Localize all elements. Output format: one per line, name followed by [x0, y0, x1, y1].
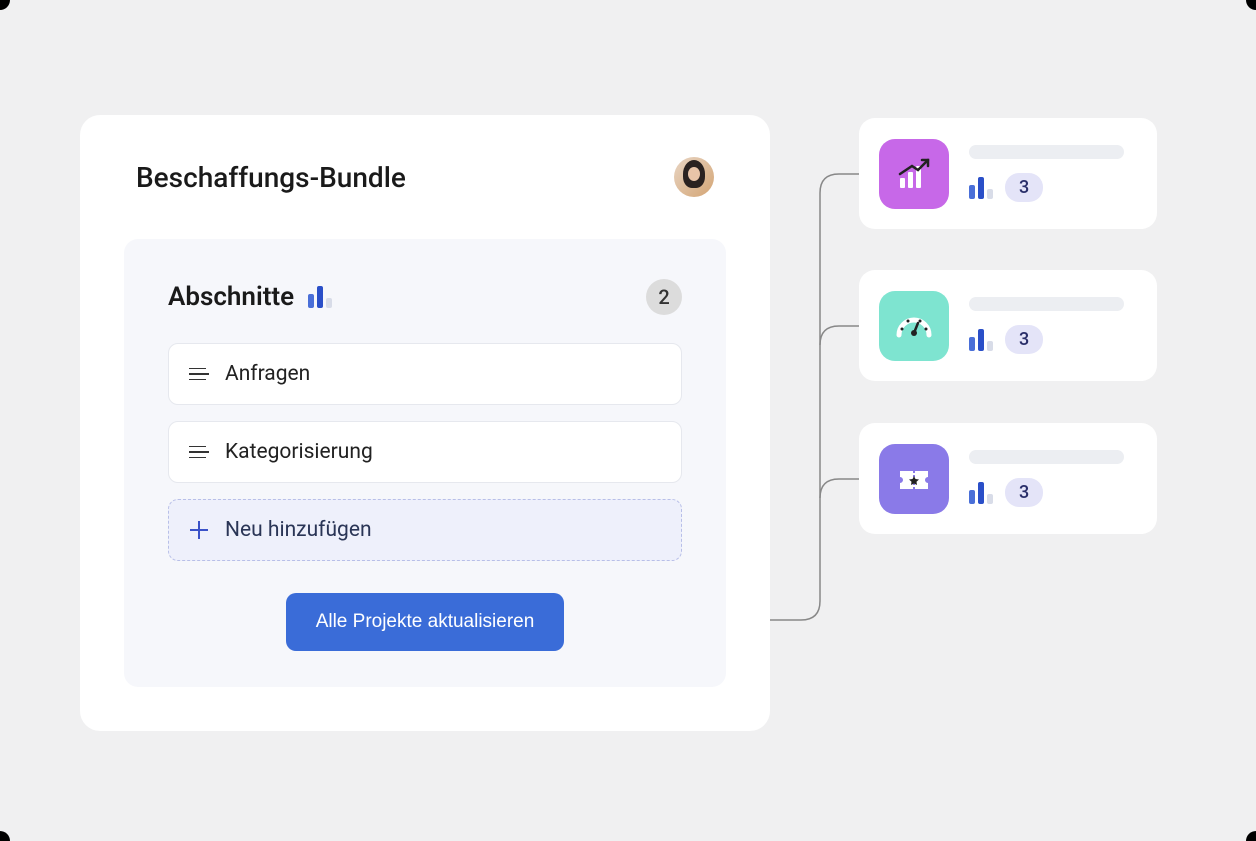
list-icon	[189, 368, 209, 381]
project-title-placeholder	[969, 145, 1124, 159]
section-item[interactable]: Anfragen	[168, 343, 682, 405]
section-item[interactable]: Kategorisierung	[168, 421, 682, 483]
ticket-icon	[879, 444, 949, 514]
project-title-placeholder	[969, 297, 1124, 311]
project-section-count: 3	[1005, 325, 1043, 354]
avatar[interactable]	[674, 157, 714, 197]
add-section-label: Neu hinzufügen	[225, 518, 372, 542]
sections-count-badge: 2	[646, 279, 682, 315]
add-section-button[interactable]: Neu hinzufügen	[168, 499, 682, 561]
bundle-card: Beschaffungs-Bundle Abschnitte 2 Anfrage…	[80, 115, 770, 731]
bars-icon	[969, 329, 993, 351]
list-icon	[189, 446, 209, 459]
project-chip[interactable]: 3	[859, 118, 1157, 229]
update-all-projects-button[interactable]: Alle Projekte aktualisieren	[286, 593, 565, 651]
gauge-icon	[879, 291, 949, 361]
section-item-label: Anfragen	[225, 362, 310, 386]
bundle-title: Beschaffungs-Bundle	[136, 161, 406, 194]
plus-icon	[189, 520, 209, 540]
sections-heading: Abschnitte	[168, 282, 294, 312]
bundle-header: Beschaffungs-Bundle	[124, 157, 726, 197]
bars-icon	[969, 177, 993, 199]
project-chip[interactable]: 3	[859, 423, 1157, 534]
project-title-placeholder	[969, 450, 1124, 464]
bars-icon	[969, 482, 993, 504]
sections-header: Abschnitte 2	[168, 279, 682, 315]
project-section-count: 3	[1005, 173, 1043, 202]
chart-growth-icon	[879, 139, 949, 209]
project-chip[interactable]: 3	[859, 270, 1157, 381]
sections-panel: Abschnitte 2 Anfragen Kategorisierung Ne…	[124, 239, 726, 687]
bars-icon	[308, 286, 332, 308]
project-section-count: 3	[1005, 478, 1043, 507]
section-item-label: Kategorisierung	[225, 440, 373, 464]
